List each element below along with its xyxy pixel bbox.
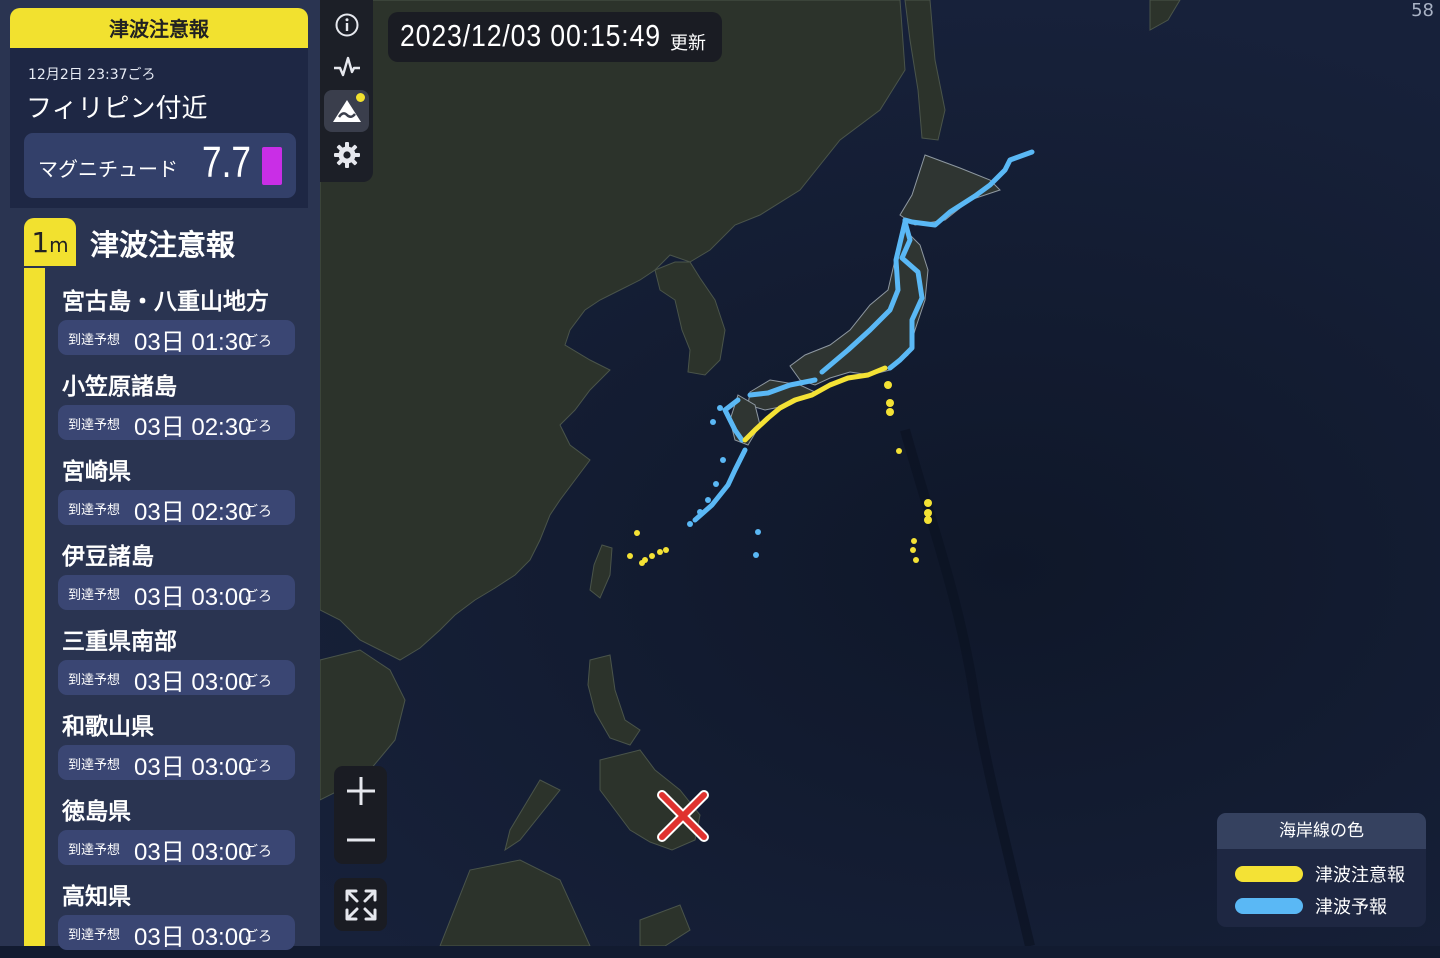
arrival-approx: ごろ bbox=[244, 334, 272, 350]
tsunami-icon bbox=[332, 100, 361, 122]
plus-icon bbox=[346, 776, 375, 805]
zoom-in-button[interactable] bbox=[334, 766, 387, 815]
settings-button[interactable] bbox=[324, 134, 369, 176]
tsunami-height-badge: 1m bbox=[24, 218, 76, 266]
warning-level-stripe bbox=[24, 268, 45, 946]
tsunami-height-number: 1 bbox=[31, 226, 50, 259]
area-item[interactable]: 三重県南部 到達予想 03日 03:00 ごろ bbox=[58, 618, 298, 703]
arrival-time-box: 到達予想 03日 02:30 ごろ bbox=[58, 405, 295, 441]
arrival-label: 到達予想 bbox=[68, 928, 121, 943]
arrival-time: 03日 02:30 bbox=[134, 414, 252, 441]
zoom-controls bbox=[334, 766, 387, 864]
legend-label: 津波注意報 bbox=[1315, 865, 1405, 886]
area-name: 高知県 bbox=[62, 884, 131, 910]
arrival-approx: ごろ bbox=[244, 419, 272, 435]
arrival-time: 03日 03:00 bbox=[134, 924, 252, 951]
legend-label: 津波予報 bbox=[1315, 897, 1387, 918]
info-icon bbox=[335, 13, 358, 37]
arrival-time: 03日 03:00 bbox=[134, 754, 252, 781]
area-name: 小笠原諸島 bbox=[62, 374, 177, 400]
arrival-time-box: 到達予想 03日 03:00 ごろ bbox=[58, 830, 295, 866]
arrival-time: 03日 02:30 bbox=[134, 499, 252, 526]
area-item[interactable]: 高知県 到達予想 03日 03:00 ごろ bbox=[58, 873, 298, 958]
arrival-label: 到達予想 bbox=[68, 843, 121, 858]
arrival-time-box: 到達予想 03日 03:00 ごろ bbox=[58, 575, 295, 611]
arrival-approx: ごろ bbox=[244, 674, 272, 690]
tsunami-button[interactable] bbox=[324, 90, 369, 132]
arrival-approx: ごろ bbox=[244, 844, 272, 860]
waveform-icon bbox=[333, 56, 360, 77]
arrival-approx: ごろ bbox=[244, 589, 272, 605]
forecast-swatch bbox=[1235, 898, 1303, 914]
arrival-time-box: 到達予想 03日 02:30 ごろ bbox=[58, 490, 295, 526]
arrival-label: 到達予想 bbox=[68, 418, 121, 433]
warning-level-title: 津波注意報 bbox=[90, 228, 236, 262]
zoom-out-button[interactable] bbox=[334, 815, 387, 864]
fullscreen-button[interactable] bbox=[334, 878, 387, 931]
area-item[interactable]: 伊豆諸島 到達予想 03日 03:00 ごろ bbox=[58, 533, 298, 618]
timestamp-suffix: 更新 bbox=[670, 33, 706, 54]
info-button[interactable] bbox=[324, 4, 369, 46]
area-item[interactable]: 徳島県 到達予想 03日 03:00 ごろ bbox=[58, 788, 298, 873]
arrival-approx: ごろ bbox=[244, 929, 272, 945]
magnitude-color-bar bbox=[262, 147, 282, 185]
area-name: 徳島県 bbox=[62, 799, 131, 825]
epicenter-name: フィリピン付近 bbox=[26, 94, 208, 124]
earthquake-summary: 12月2日 23:37ごろ フィリピン付近 マグニチュード 7.7 bbox=[10, 48, 308, 208]
arrival-time-box: 到達予想 03日 03:00 ごろ bbox=[58, 660, 295, 696]
notification-dot bbox=[356, 93, 365, 102]
arrival-label: 到達予想 bbox=[68, 588, 121, 603]
area-item[interactable]: 宮崎県 到達予想 03日 02:30 ごろ bbox=[58, 448, 298, 533]
arrival-approx: ごろ bbox=[244, 504, 272, 520]
expand-icon bbox=[345, 889, 376, 920]
area-list: 宮古島・八重山地方 到達予想 03日 01:30 ごろ 小笠原諸島 到達予想 0… bbox=[58, 278, 298, 958]
arrival-label: 到達予想 bbox=[68, 503, 121, 518]
advisory-swatch bbox=[1235, 866, 1303, 882]
magnitude-box: マグニチュード 7.7 bbox=[24, 133, 296, 198]
minus-icon bbox=[346, 838, 375, 841]
update-timestamp: 2023/12/03 00:15:49 更新 bbox=[388, 12, 722, 62]
arrival-time: 03日 03:00 bbox=[134, 839, 252, 866]
arrival-time: 03日 01:30 bbox=[134, 329, 252, 356]
earthquake-time: 12月2日 23:37ごろ bbox=[28, 67, 156, 83]
alert-header: 津波注意報 bbox=[10, 8, 308, 48]
map-toolbar bbox=[320, 0, 373, 182]
coastline-legend: 海岸線の色 津波注意報 津波予報 bbox=[1217, 813, 1426, 927]
arrival-time-box: 到達予想 03日 01:30 ごろ bbox=[58, 320, 295, 356]
arrival-time: 03日 03:00 bbox=[134, 669, 252, 696]
legend-item-advisory: 津波注意報 bbox=[1235, 860, 1425, 886]
legend-title: 海岸線の色 bbox=[1217, 813, 1426, 849]
arrival-time: 03日 03:00 bbox=[134, 584, 252, 611]
area-name: 三重県南部 bbox=[62, 629, 177, 655]
area-name: 宮古島・八重山地方 bbox=[62, 289, 269, 315]
area-item[interactable]: 宮古島・八重山地方 到達予想 03日 01:30 ごろ bbox=[58, 278, 298, 363]
legend-item-forecast: 津波予報 bbox=[1235, 892, 1425, 918]
arrival-time-box: 到達予想 03日 03:00 ごろ bbox=[58, 915, 295, 951]
arrival-label: 到達予想 bbox=[68, 333, 121, 348]
area-item[interactable]: 小笠原諸島 到達予想 03日 02:30 ごろ bbox=[58, 363, 298, 448]
timestamp-value: 2023/12/03 00:15:49 bbox=[400, 18, 661, 53]
arrival-time-box: 到達予想 03日 03:00 ごろ bbox=[58, 745, 295, 781]
arrival-label: 到達予想 bbox=[68, 673, 121, 688]
seismic-waveform-button[interactable] bbox=[324, 46, 369, 88]
area-item[interactable]: 和歌山県 到達予想 03日 03:00 ごろ bbox=[58, 703, 298, 788]
fps-counter: 58 bbox=[1411, 0, 1434, 21]
magnitude-label: マグニチュード bbox=[38, 157, 178, 181]
tsunami-info-panel: 津波注意報 12月2日 23:37ごろ フィリピン付近 マグニチュード 7.7 … bbox=[0, 0, 320, 951]
arrival-label: 到達予想 bbox=[68, 758, 121, 773]
area-name: 和歌山県 bbox=[62, 714, 154, 740]
gear-icon bbox=[333, 142, 360, 168]
magnitude-value: 7.7 bbox=[202, 138, 251, 187]
warning-level-row: 1m 津波注意報 bbox=[24, 218, 314, 268]
area-name: 伊豆諸島 bbox=[62, 544, 154, 570]
tsunami-height-unit: m bbox=[49, 233, 69, 257]
area-name: 宮崎県 bbox=[62, 459, 131, 485]
arrival-approx: ごろ bbox=[244, 759, 272, 775]
